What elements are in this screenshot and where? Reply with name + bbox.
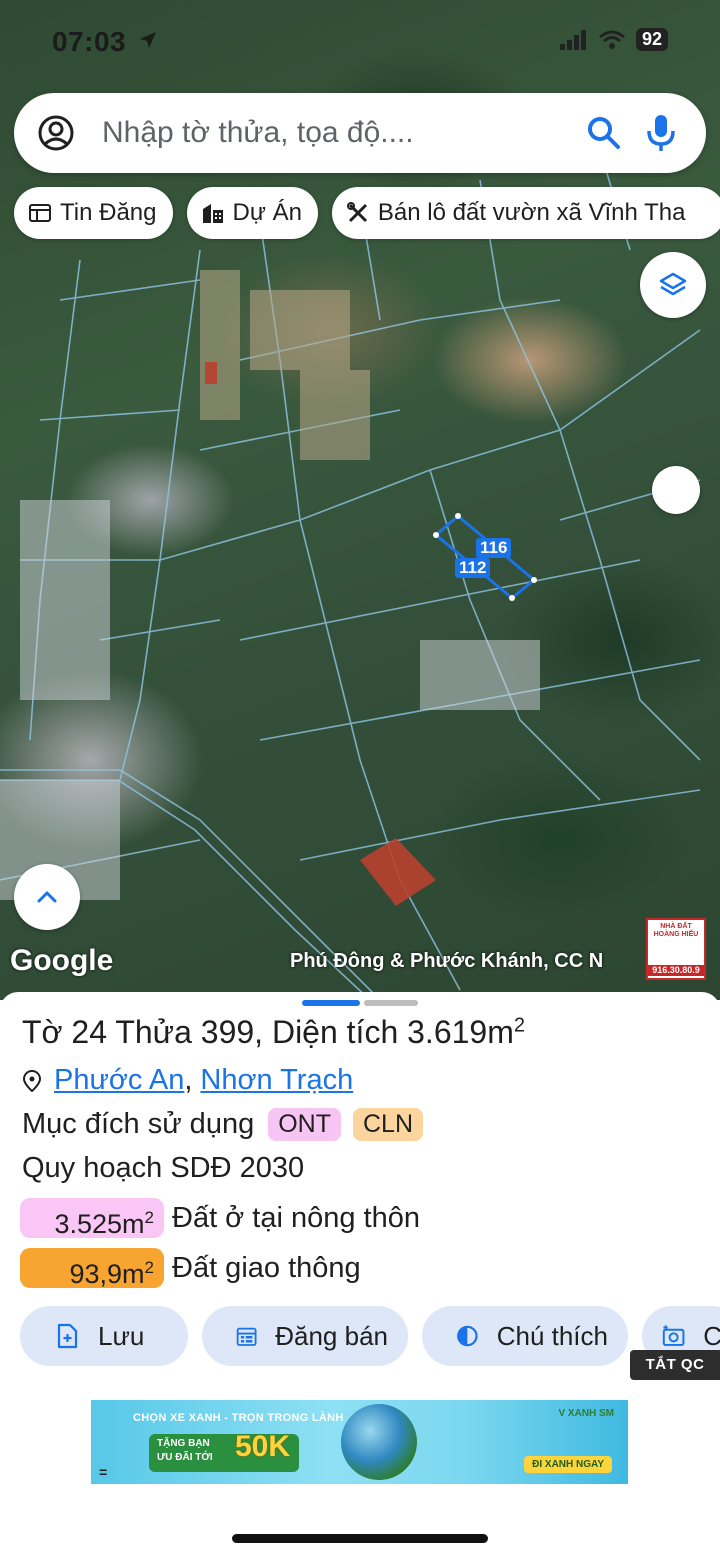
- map-credit: Phú Đông & Phước Khánh, CC N: [290, 950, 604, 972]
- zone-area: 3.525m2: [20, 1198, 164, 1239]
- map-control-button[interactable]: [652, 466, 700, 514]
- location-row: Phước An, Nhơn Trạch: [22, 1064, 353, 1097]
- sheet-handle[interactable]: [302, 1000, 418, 1006]
- tag-cln: CLN: [352, 1108, 423, 1141]
- legend-label: Chú thích: [496, 1320, 608, 1351]
- chevron-up-icon: [37, 891, 57, 903]
- camera-label: C: [703, 1320, 720, 1351]
- area-unit: 2: [513, 1014, 525, 1037]
- parcel-label-112[interactable]: 112: [455, 558, 491, 578]
- page-indicator: [364, 1000, 418, 1006]
- signal-icon: [559, 29, 586, 50]
- chip-label: Dự Án: [232, 199, 302, 226]
- chip-du-an[interactable]: Dự Án: [186, 187, 318, 239]
- ad-headline: CHỌN XE XANH - TRỌN TRONG LÀNH: [133, 1412, 344, 1424]
- area-label: , Diện tích: [254, 1014, 399, 1050]
- zone-area: 93,9m2: [20, 1248, 164, 1289]
- post-sale-button[interactable]: Đăng bán: [202, 1306, 408, 1366]
- account-icon[interactable]: [36, 113, 76, 153]
- tag-ont: ONT: [268, 1108, 341, 1141]
- layers-button[interactable]: [640, 252, 706, 318]
- search-input[interactable]: [102, 116, 584, 150]
- battery-indicator: 92: [635, 28, 668, 51]
- legend-button[interactable]: Chú thích: [422, 1306, 628, 1366]
- sheet-number: 24: [71, 1014, 108, 1050]
- ad-cta-button[interactable]: ĐI XANH NGAY: [524, 1456, 612, 1473]
- parcel-label-116[interactable]: 116: [476, 538, 512, 558]
- plot-label: Thửa: [115, 1014, 192, 1050]
- zone-area-value: 3.525m: [54, 1209, 145, 1239]
- zone-area-unit: 2: [144, 1258, 154, 1277]
- home-indicator[interactable]: [232, 1534, 488, 1543]
- chip-listing[interactable]: Bán lô đất vườn xã Vĩnh Tha: [331, 187, 720, 239]
- ad-brand: V XANH SM: [558, 1408, 614, 1419]
- calendar-icon: [236, 1327, 257, 1346]
- sheet-label: Tờ: [22, 1014, 63, 1050]
- ad-gift-line: TẶNG BẠN: [157, 1438, 210, 1449]
- chip-label: Tin Đăng: [60, 199, 157, 226]
- zone-area-value: 93,9m: [69, 1259, 145, 1289]
- billboard-phone: 916.30.80.9: [648, 965, 704, 976]
- land-use-purpose: Mục đích sử dụng ONT CLN: [22, 1108, 423, 1141]
- parcel-title: Tờ 24 Thửa 399, Diện tích 3.619m2: [22, 1014, 525, 1051]
- zone-area-unit: 2: [144, 1208, 154, 1227]
- status-icons: 92: [559, 28, 668, 51]
- globe-icon: [341, 1404, 417, 1480]
- layers-icon: [659, 272, 687, 296]
- zone-label: Đất giao thông: [172, 1251, 361, 1284]
- search-icon[interactable]: [584, 113, 624, 153]
- ad-amount: 50K: [235, 1430, 291, 1463]
- zone-row-traffic: 93,9m2 Đất giao thông: [20, 1248, 361, 1289]
- comma: ,: [184, 1064, 193, 1096]
- wifi-icon: [599, 30, 625, 49]
- camera-icon: [662, 1325, 685, 1346]
- search-bar: [14, 93, 706, 173]
- save-button[interactable]: Lưu: [20, 1306, 188, 1366]
- expand-up-button[interactable]: [14, 864, 80, 930]
- ad-billboard[interactable]: NHÀ ĐẤT HOÀNG HIẾU 916.30.80.9: [646, 918, 706, 980]
- zone-label: Đất ở tại nông thôn: [172, 1201, 420, 1234]
- district-link[interactable]: Nhơn Trạch: [200, 1064, 353, 1097]
- area-value: 3.619m: [407, 1014, 514, 1050]
- ward-link[interactable]: Phước An: [54, 1064, 184, 1097]
- purpose-label: Mục đích sử dụng: [22, 1108, 255, 1140]
- ad-gift-text: TẶNG BẠN ƯU ĐÃI TỚI: [157, 1437, 213, 1465]
- save-label: Lưu: [98, 1320, 145, 1351]
- google-logo: Google: [10, 944, 114, 977]
- newspaper-icon: [29, 204, 51, 222]
- mic-icon[interactable]: [644, 113, 678, 153]
- satellite-map[interactable]: 116 112 07:03 92 Tin Đăng Dự Án Bán lô đ…: [0, 0, 720, 1000]
- contrast-icon: [457, 1325, 478, 1347]
- chip-label: Bán lô đất vườn xã Vĩnh Tha: [377, 199, 686, 226]
- billboard-title: NHÀ ĐẤT HOÀNG HIẾU: [653, 923, 699, 938]
- zone-row-residential: 3.525m2 Đất ở tại nông thôn: [20, 1198, 420, 1239]
- plot-number: 399: [200, 1014, 255, 1050]
- ad-close-button[interactable]: TẮT QC: [630, 1350, 720, 1380]
- status-time: 07:03: [52, 26, 127, 57]
- location-pin-icon: [22, 1069, 42, 1092]
- post-sale-label: Đăng bán: [275, 1320, 388, 1351]
- action-buttons: Lưu Đăng bán Chú thích C: [20, 1306, 720, 1366]
- building-icon: [202, 204, 223, 223]
- plan-label: Quy hoạch SDĐ 2030: [22, 1152, 305, 1184]
- ad-banner[interactable]: CHỌN XE XANH - TRỌN TRONG LÀNH TẶNG BẠN …: [91, 1400, 628, 1484]
- parcel-info-sheet: Tờ 24 Thửa 399, Diện tích 3.619m2 Phước …: [0, 992, 720, 1557]
- location-arrow-icon: [140, 32, 156, 48]
- add-file-icon: [57, 1323, 78, 1349]
- status-bar: 07:03 92: [0, 22, 720, 62]
- filter-chips: Tin Đăng Dự Án Bán lô đất vườn xã Vĩnh T…: [14, 187, 720, 239]
- ad-gift-line: ƯU ĐÃI TỚI: [157, 1452, 213, 1463]
- tools-icon: [346, 202, 367, 223]
- ad-menu-icon[interactable]: =: [99, 1464, 107, 1480]
- page-indicator-active: [302, 1000, 360, 1006]
- chip-tin-dang[interactable]: Tin Đăng: [14, 187, 173, 239]
